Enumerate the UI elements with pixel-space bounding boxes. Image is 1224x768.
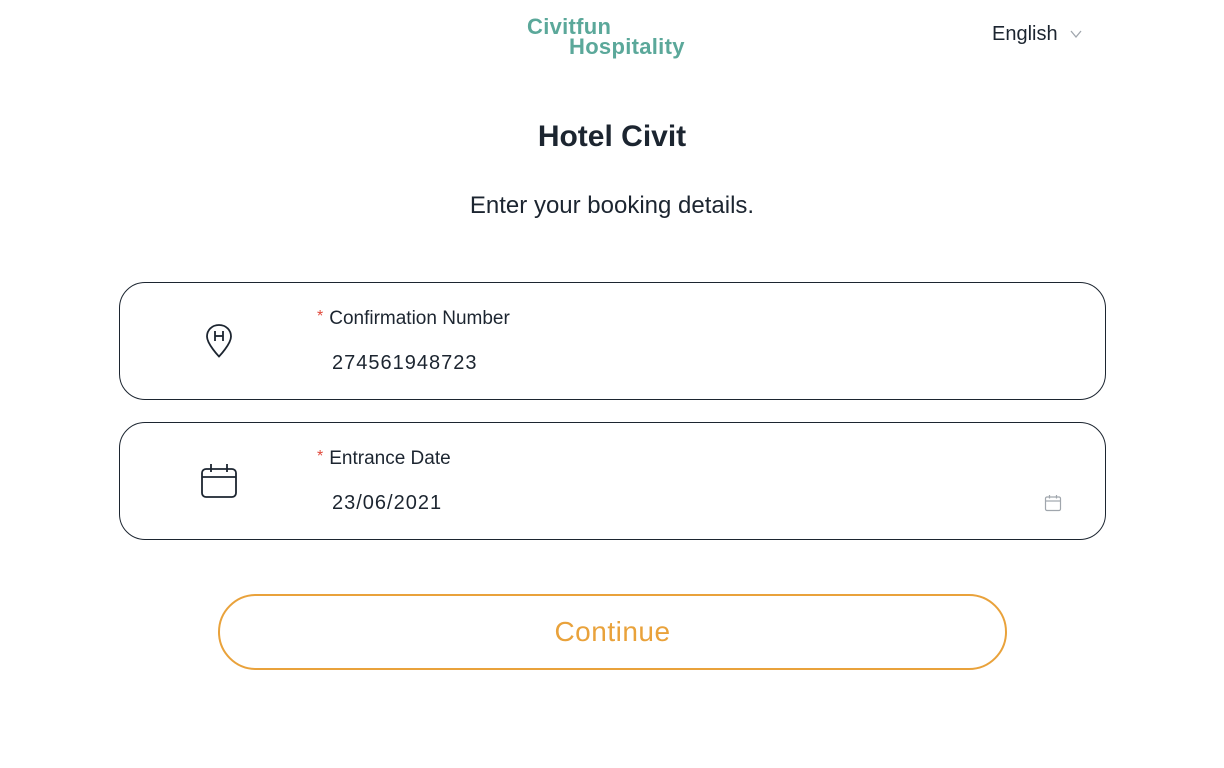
continue-button[interactable]: Continue — [218, 594, 1007, 670]
confirmation-number-input[interactable] — [332, 349, 1032, 377]
entrance-date-card[interactable]: * Entrance Date — [119, 422, 1106, 540]
page-subtitle: Enter your booking details. — [469, 192, 755, 219]
required-marker: * — [317, 448, 324, 465]
entrance-date-label: * Entrance Date — [317, 448, 451, 470]
hotel-location-pin-icon — [206, 324, 232, 358]
confirmation-number-label: * Confirmation Number — [317, 308, 510, 330]
entrance-date-label-text: Entrance Date — [329, 448, 451, 469]
brand-logo: Civitfun Hospitality — [527, 14, 703, 62]
chevron-down-icon — [1070, 30, 1082, 38]
language-selector[interactable]: English — [992, 22, 1082, 46]
language-label: English — [992, 22, 1058, 45]
page-title: Hotel Civit — [537, 120, 687, 153]
calendar-picker-icon[interactable] — [1044, 494, 1062, 512]
confirmation-number-card[interactable]: * Confirmation Number — [119, 282, 1106, 400]
calendar-icon — [201, 464, 237, 498]
entrance-date-input[interactable] — [332, 489, 1022, 517]
logo-text-line2: Hospitality — [569, 34, 685, 59]
required-marker: * — [317, 308, 324, 325]
confirmation-number-label-text: Confirmation Number — [329, 308, 510, 329]
